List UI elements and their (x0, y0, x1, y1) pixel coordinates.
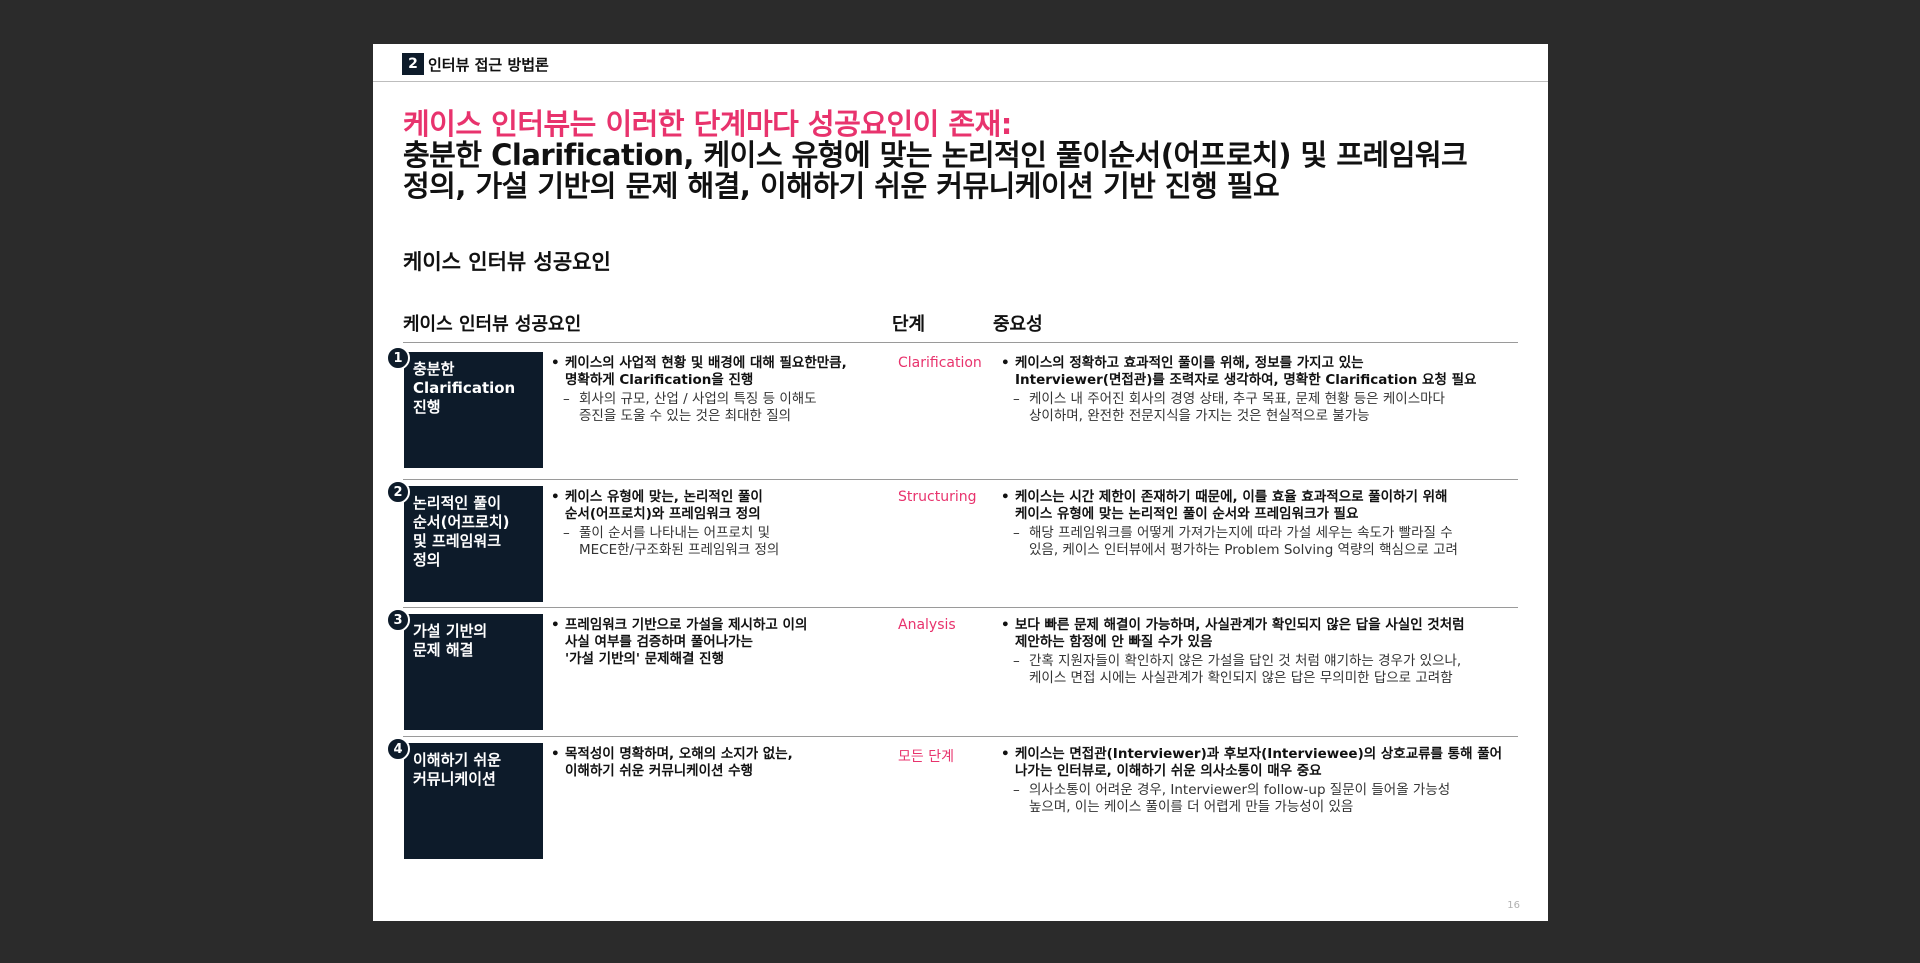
row-divider (403, 607, 1518, 608)
headline-line-3: 정의, 가설 기반의 문제 해결, 이해하기 쉬운 커뮤니케이션 기반 진행 필… (403, 169, 1280, 203)
headline: 케이스 인터뷰는 이러한 단계마다 성공요인이 존재: 충분한 Clarific… (403, 108, 1523, 202)
factor-box: 이해하기 쉬운 커뮤니케이션 (404, 743, 543, 859)
importance-main: 케이스는 면접관(Interviewer)과 후보자(Interviewee)의… (1001, 746, 1521, 780)
factor-description: 목적성이 명확하며, 오해의 소지가 없는, 이해하기 쉬운 커뮤니케이션 수행 (551, 746, 896, 780)
importance-main: 케이스의 정확하고 효과적인 풀이를 위해, 정보를 가지고 있는 Interv… (1001, 355, 1521, 389)
factor-number-badge: 1 (386, 346, 410, 370)
column-header-importance: 중요성 (993, 314, 1043, 335)
importance-main: 보다 빠른 문제 해결이 가능하며, 사실관계가 확인되지 않은 답을 사실인 … (1001, 617, 1521, 651)
factor-number-badge: 4 (386, 737, 410, 761)
importance-text: 보다 빠른 문제 해결이 가능하며, 사실관계가 확인되지 않은 답을 사실인 … (1001, 617, 1521, 687)
importance-sub: 의사소통이 어려운 경우, Interviewer의 follow-up 질문이… (1001, 782, 1521, 816)
factor-description-main: 케이스 유형에 맞는, 논리적인 풀이 순서(어프로치)와 프레임워크 정의 (551, 489, 896, 523)
stage-label: Clarification (898, 355, 982, 371)
importance-main: 케이스는 시간 제한이 존재하기 때문에, 이를 효율 효과적으로 풀이하기 위… (1001, 489, 1521, 523)
headline-accent-line: 케이스 인터뷰는 이러한 단계마다 성공요인이 존재: (403, 107, 1012, 141)
row-divider (403, 736, 1518, 737)
importance-sub: 간혹 지원자들이 확인하지 않은 가설을 답인 것 처럼 얘기하는 경우가 있으… (1001, 653, 1521, 687)
importance-sub: 케이스 내 주어진 회사의 경영 상태, 추구 목표, 문제 현황 등은 케이스… (1001, 391, 1521, 425)
factor-description: 케이스의 사업적 현황 및 배경에 대해 필요한만큼, 명확하게 Clarifi… (551, 355, 896, 425)
stage-label: Structuring (898, 489, 977, 505)
section-header: 2 인터뷰 접근 방법론 (402, 52, 549, 76)
factor-description-sub: 회사의 규모, 산업 / 사업의 특징 등 이해도 증진을 도울 수 있는 것은… (551, 391, 896, 425)
factor-number-badge: 2 (386, 480, 410, 504)
factor-description-main: 케이스의 사업적 현황 및 배경에 대해 필요한만큼, 명확하게 Clarifi… (551, 355, 896, 389)
headline-line-2: 충분한 Clarification, 케이스 유형에 맞는 논리적인 풀이순서(… (403, 138, 1468, 172)
table-subtitle: 케이스 인터뷰 성공요인 (403, 250, 611, 274)
importance-text: 케이스는 면접관(Interviewer)과 후보자(Interviewee)의… (1001, 746, 1521, 816)
slide: 2 인터뷰 접근 방법론 케이스 인터뷰는 이러한 단계마다 성공요인이 존재:… (373, 44, 1548, 921)
stage-label: 모든 단계 (898, 749, 954, 765)
factor-description-sub: 풀이 순서를 나타내는 어프로치 및 MECE한/구조화된 프레임워크 정의 (551, 525, 896, 559)
column-header-factor: 케이스 인터뷰 성공요인 (403, 314, 582, 335)
column-header-rule (403, 342, 1518, 343)
header-divider (373, 81, 1548, 82)
importance-sub: 해당 프레임워크를 어떻게 가져가는지에 따라 가설 세우는 속도가 빨라질 수… (1001, 525, 1521, 559)
row-divider (403, 479, 1518, 480)
factor-box: 논리적인 풀이 순서(어프로치) 및 프레임워크 정의 (404, 486, 543, 602)
factor-description-main: 프레임워크 기반으로 가설을 제시하고 이의 사실 여부를 검증하며 풀어나가는… (551, 617, 896, 668)
importance-text: 케이스의 정확하고 효과적인 풀이를 위해, 정보를 가지고 있는 Interv… (1001, 355, 1521, 425)
importance-text: 케이스는 시간 제한이 존재하기 때문에, 이를 효율 효과적으로 풀이하기 위… (1001, 489, 1521, 559)
factor-description-main: 목적성이 명확하며, 오해의 소지가 없는, 이해하기 쉬운 커뮤니케이션 수행 (551, 746, 896, 780)
section-number-badge: 2 (402, 53, 424, 75)
factor-number-badge: 3 (386, 608, 410, 632)
factor-description: 케이스 유형에 맞는, 논리적인 풀이 순서(어프로치)와 프레임워크 정의 풀… (551, 489, 896, 559)
factor-box: 충분한 Clarification 진행 (404, 352, 543, 468)
factor-description: 프레임워크 기반으로 가설을 제시하고 이의 사실 여부를 검증하며 풀어나가는… (551, 617, 896, 668)
stage-label: Analysis (898, 617, 956, 633)
page-number: 16 (1507, 900, 1520, 911)
factor-box: 가설 기반의 문제 해결 (404, 614, 543, 730)
column-header-stage: 단계 (892, 314, 926, 335)
section-title: 인터뷰 접근 방법론 (428, 55, 549, 74)
